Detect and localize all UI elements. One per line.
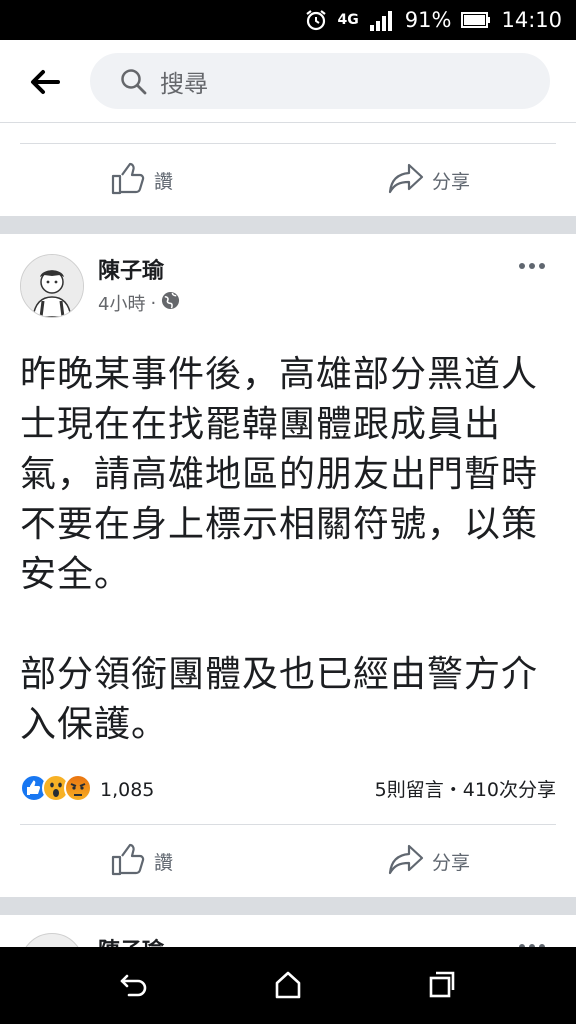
prev-share-button[interactable]: 分享 xyxy=(388,144,470,216)
post-author[interactable]: 陳子瑜 xyxy=(98,253,164,285)
system-nav-bar xyxy=(0,947,576,1024)
avatar[interactable] xyxy=(20,254,84,318)
meta-separator: · xyxy=(150,292,157,314)
share-label: 分享 xyxy=(432,851,471,874)
post-separator xyxy=(0,897,576,915)
signal-icon xyxy=(369,9,395,31)
status-bar: 4G 91% 14:10 xyxy=(0,0,576,40)
network-type-label: 4G xyxy=(337,12,359,28)
like-button[interactable]: 讚 xyxy=(110,825,173,897)
home-nav-icon[interactable] xyxy=(272,969,304,1005)
post-separator xyxy=(0,216,576,234)
prev-post-action-bar: 讚 分享 xyxy=(20,144,556,216)
comments-shares-summary[interactable]: 5則留言・410次分享 xyxy=(375,775,556,802)
search-icon xyxy=(120,68,148,100)
recents-nav-icon[interactable] xyxy=(426,969,458,1005)
reactions-summary[interactable]: 1,085 xyxy=(20,772,154,808)
prev-like-button[interactable]: 讚 xyxy=(110,144,173,216)
post-action-bar: 讚 分享 xyxy=(20,825,556,897)
like-label: 讚 xyxy=(154,851,174,874)
clock: 14:10 xyxy=(501,8,562,32)
battery-percent: 91% xyxy=(404,8,452,32)
post-paragraph: 昨晚某事件後，高雄部分黑道人士現在在找罷韓團體跟成員出氣，請高雄地區的朋友出門暫… xyxy=(20,354,539,595)
search-input[interactable]: 搜尋 xyxy=(90,53,550,109)
alarm-icon xyxy=(304,8,328,32)
next-post-header: 陳子瑜 xyxy=(0,915,576,949)
angry-reaction-icon xyxy=(64,774,92,806)
more-dots-icon[interactable] xyxy=(516,254,548,282)
share-icon xyxy=(388,843,424,880)
status-icons: 4G 91% 14:10 xyxy=(304,6,562,34)
top-bar: 搜尋 xyxy=(0,40,576,123)
post-paragraph: 部分領銜團體及也已經由警方介入保護。 xyxy=(20,654,539,745)
like-icon xyxy=(110,842,146,881)
like-icon xyxy=(110,161,146,200)
battery-icon xyxy=(461,11,491,29)
post-body: 昨晚某事件後，高雄部分黑道人士現在在找罷韓團體跟成員出氣，請高雄地區的朋友出門暫… xyxy=(20,350,565,750)
back-nav-icon[interactable] xyxy=(118,969,150,1005)
post-time[interactable]: 4小時 xyxy=(98,290,145,316)
prev-like-label: 讚 xyxy=(154,170,174,193)
share-icon xyxy=(388,162,424,199)
reaction-count: 1,085 xyxy=(100,779,155,801)
post-meta: 4小時 · xyxy=(98,290,180,316)
back-arrow-icon[interactable] xyxy=(26,64,62,100)
share-button[interactable]: 分享 xyxy=(388,825,470,897)
search-placeholder: 搜尋 xyxy=(160,70,208,98)
globe-icon xyxy=(161,291,180,315)
prev-share-label: 分享 xyxy=(432,170,471,193)
